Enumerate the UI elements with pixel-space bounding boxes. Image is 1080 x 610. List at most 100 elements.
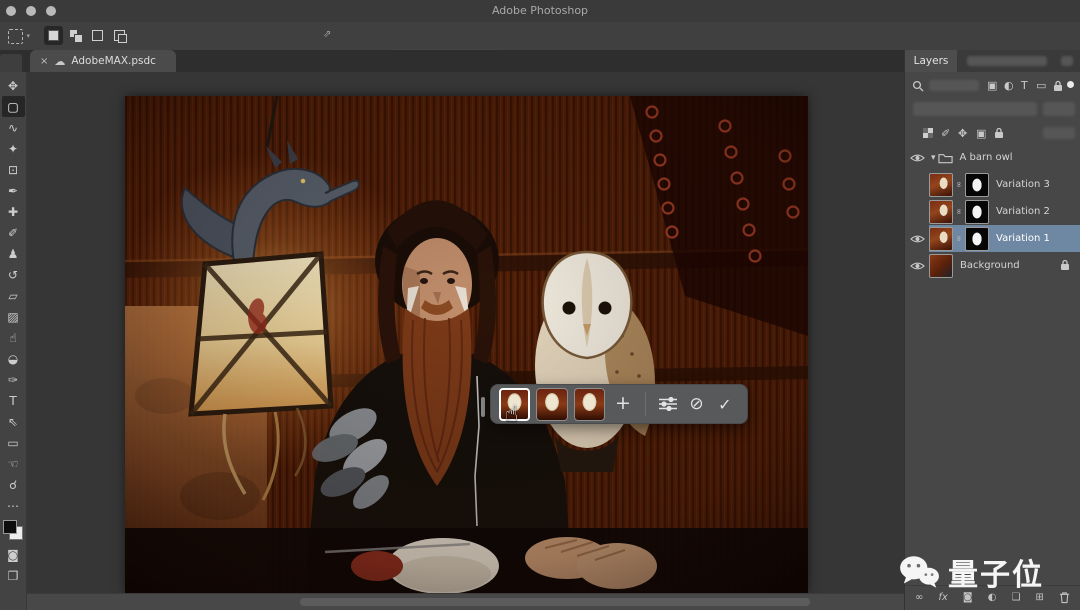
add-to-selection-button[interactable] [66, 26, 85, 45]
add-variation-button[interactable]: + [615, 392, 631, 414]
foreground-color-swatch[interactable] [3, 520, 17, 534]
layer-mask-thumbnail[interactable] [965, 200, 989, 224]
layer-name[interactable]: Variation 3 [996, 179, 1050, 190]
pen-tool[interactable]: ✑ [2, 369, 25, 390]
intersect-selection-button[interactable] [110, 26, 129, 45]
zoom-tool[interactable]: ☌ [2, 474, 25, 495]
search-icon[interactable] [912, 80, 924, 92]
canvas-area[interactable]: + ⊘ ✓ ☝ [27, 72, 905, 610]
edit-toolbar-button[interactable]: ⋯ [2, 495, 25, 516]
object-selection-tool[interactable]: ✦ [2, 138, 25, 159]
delete-layer-icon[interactable] [1059, 591, 1070, 604]
brush-tool[interactable]: ✐ [2, 222, 25, 243]
diagonal-arrow-icon: ⇗ [323, 29, 331, 40]
group-expand-chevron-icon[interactable]: ▾ [931, 153, 936, 163]
document-filename: AdobeMAX.psdc [71, 55, 156, 67]
layer-row-background[interactable]: Background [905, 252, 1080, 279]
options-bar: ▾ ⇗ [0, 22, 1080, 51]
layer-name[interactable]: Variation 1 [996, 233, 1050, 244]
contextual-taskbar: + ⊘ ✓ [490, 384, 748, 424]
cloud-document-icon: ☁ [54, 55, 65, 68]
filter-type-dropdown[interactable] [929, 80, 979, 91]
mask-link-icon[interactable]: ∞ [955, 233, 964, 245]
rectangle-tool[interactable]: ▭ [2, 432, 25, 453]
layer-thumbnail[interactable] [929, 227, 953, 251]
visibility-toggle[interactable] [905, 261, 929, 271]
tool-preset-dropdown[interactable]: ▾ [8, 28, 30, 44]
filter-image-icon[interactable]: ▣ [987, 79, 997, 92]
layers-panel-tab[interactable]: Layers [905, 50, 957, 72]
watermark: 量子位 [898, 550, 1044, 594]
type-tool[interactable]: T [2, 390, 25, 411]
new-selection-icon [48, 30, 59, 41]
filter-adjustment-icon[interactable]: ◐ [1004, 79, 1014, 92]
filter-toggle[interactable] [1067, 81, 1074, 88]
eyedropper-tool[interactable]: ✒ [2, 180, 25, 201]
generation-settings-button[interactable] [654, 390, 682, 418]
commit-button[interactable]: ✓ [711, 390, 739, 418]
lock-transparency-icon[interactable] [923, 128, 933, 138]
blend-mode-row [905, 98, 1080, 122]
window-title: Adobe Photoshop [0, 4, 1080, 17]
mask-link-icon[interactable]: ∞ [955, 179, 964, 191]
lock-move-icon[interactable]: ✥ [958, 127, 967, 140]
smudge-tool[interactable]: ☝ [2, 327, 25, 348]
layer-group-row[interactable]: ▾ A barn owl [905, 144, 1080, 171]
panel-menu-icon[interactable] [1061, 56, 1073, 66]
new-selection-button[interactable] [44, 26, 63, 45]
quick-mask-button[interactable]: ◙ [2, 544, 25, 565]
visibility-toggle[interactable] [905, 153, 929, 163]
tab-close-icon[interactable]: × [40, 56, 48, 67]
horizontal-scrollbar[interactable] [27, 593, 905, 610]
layer-name[interactable]: A barn owl [960, 152, 1013, 163]
variation-thumbnail-2[interactable] [536, 388, 567, 421]
layer-name[interactable]: Variation 2 [996, 206, 1050, 217]
photoshop-window: Adobe Photoshop ▾ ⇗ × ☁ AdobeMAX.psdc ✥ [0, 0, 1080, 610]
visibility-toggle[interactable] [905, 234, 929, 244]
hand-tool[interactable]: ☜ [2, 453, 25, 474]
subtract-from-selection-button[interactable] [88, 26, 107, 45]
layer-name[interactable]: Background [960, 260, 1020, 271]
history-brush-tool[interactable]: ↺ [2, 264, 25, 285]
lock-all-icon[interactable] [994, 127, 1004, 139]
path-selection-tool[interactable]: ⇖ [2, 411, 25, 432]
filter-shape-icon[interactable]: ▭ [1036, 79, 1046, 92]
lock-artboard-icon[interactable]: ▣ [976, 127, 986, 140]
layer-thumbnail[interactable] [929, 173, 953, 197]
opacity-field[interactable] [1043, 102, 1075, 116]
fill-field[interactable] [1043, 127, 1075, 139]
layer-mask-thumbnail[interactable] [965, 173, 989, 197]
lasso-tool[interactable]: ∿ [2, 117, 25, 138]
eraser-tool[interactable]: ▱ [2, 285, 25, 306]
layer-row-variation-1-selected[interactable]: ∞ Variation 1 [905, 225, 1080, 252]
mask-link-icon[interactable]: ∞ [955, 206, 964, 218]
gradient-tool[interactable]: ▨ [2, 306, 25, 327]
foreground-background-colors[interactable] [3, 520, 23, 540]
filter-lock-icon[interactable] [1053, 80, 1063, 92]
screen-mode-button[interactable]: ❐ [2, 565, 25, 586]
folder-icon [938, 152, 953, 164]
rectangular-marquee-tool[interactable]: ▢ [2, 96, 25, 117]
document-image[interactable] [125, 96, 808, 593]
dodge-tool[interactable]: ◒ [2, 348, 25, 369]
lock-paint-icon[interactable]: ✐ [941, 127, 950, 140]
move-tool[interactable]: ✥ [2, 75, 25, 96]
layer-thumbnail[interactable] [929, 200, 953, 224]
background-lock-icon [1060, 259, 1070, 271]
taskbar-drag-handle[interactable] [481, 397, 485, 417]
layer-mask-thumbnail[interactable] [965, 227, 989, 251]
layer-row-variation-2[interactable]: ∞ Variation 2 [905, 198, 1080, 225]
filter-type-icon[interactable]: T [1021, 79, 1028, 92]
panel-header-blurred [967, 56, 1047, 66]
clone-stamp-tool[interactable]: ♟ [2, 243, 25, 264]
crop-tool[interactable]: ⊡ [2, 159, 25, 180]
document-tab[interactable]: × ☁ AdobeMAX.psdc [30, 50, 176, 72]
layer-row-variation-3[interactable]: ∞ Variation 3 [905, 171, 1080, 198]
variation-thumbnail-3[interactable] [574, 388, 605, 421]
spot-healing-brush-tool[interactable]: ✚ [2, 201, 25, 222]
eye-icon [910, 153, 925, 163]
blend-mode-dropdown[interactable] [913, 102, 1037, 116]
layer-thumbnail[interactable] [929, 254, 953, 278]
cancel-button[interactable]: ⊘ [682, 390, 710, 418]
scrollbar-thumb[interactable] [300, 598, 810, 606]
